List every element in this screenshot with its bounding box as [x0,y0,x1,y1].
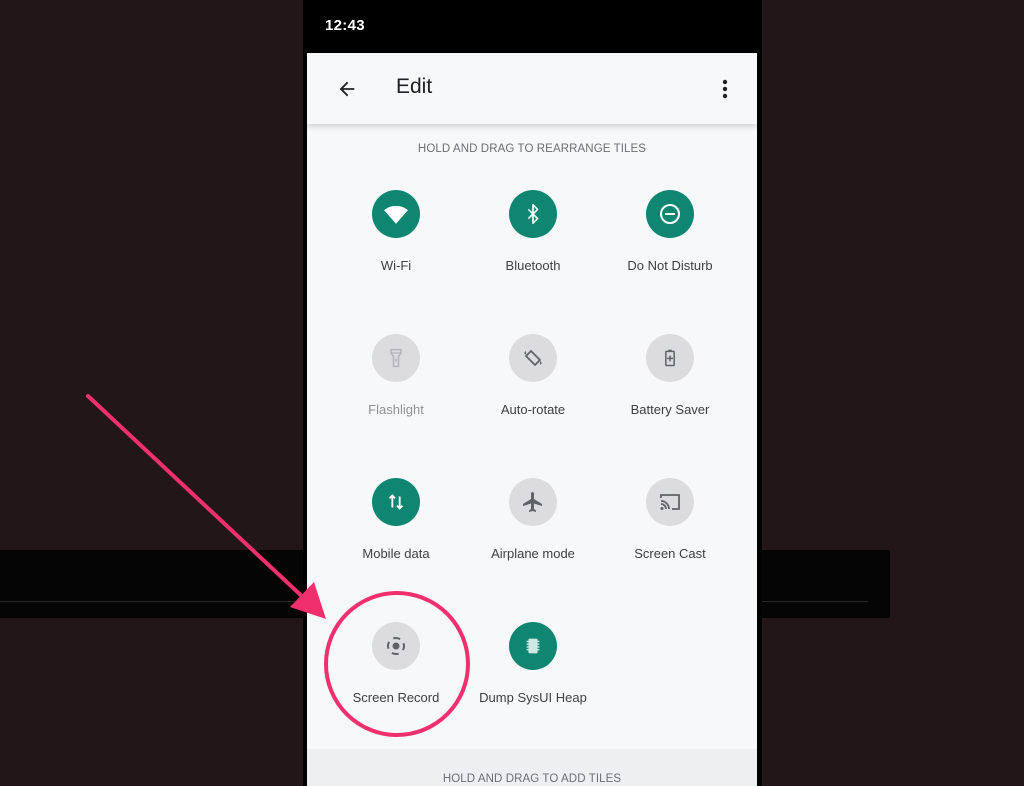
arrow-back-icon [339,81,355,97]
tile-flashlight[interactable]: Flashlight [321,334,471,434]
status-bar-time: 12:43 [325,17,365,34]
rearrange-tiles-label: HOLD AND DRAG TO REARRANGE TILES [417,143,647,155]
tile-dump-sysui-heap[interactable]: Dump SysUI Heap [458,622,608,722]
quick-settings-edit-panel: Edit HOLD AND DRAG TO REARRANGE TILES Wi… [307,53,757,786]
tile-mobile-data[interactable]: Mobile data [321,478,471,578]
tile-bluetooth[interactable]: Bluetooth [458,190,608,290]
tile-airplane-mode[interactable]: Airplane mode [458,478,608,578]
do-not-disturb-icon [660,204,680,224]
mobile-data-icon [388,494,404,510]
tile-screen-record[interactable]: Screen Record [321,622,471,722]
more-vert-icon [722,79,728,99]
screen-record-icon [387,637,405,655]
tile-label: Flashlight [368,402,424,417]
add-tiles-label: HOLD AND DRAG TO ADD TILES [442,773,622,785]
memory-chip-icon [526,638,540,654]
tile-label: Wi-Fi [380,258,412,273]
battery-saver-icon [665,349,675,367]
app-bar: Edit [307,53,757,124]
flashlight-icon [390,348,402,368]
tile-label: Bluetooth [505,258,561,273]
airplane-icon [523,492,542,512]
page-title: Edit [396,75,433,98]
tile-label: Do Not Disturb [627,258,713,273]
tile-auto-rotate[interactable]: Auto-rotate [458,334,608,434]
tile-do-not-disturb[interactable]: Do Not Disturb [595,190,745,290]
tile-label: Battery Saver [630,402,710,417]
phone-screen: 12:43 Edit HOLD AND DRAG TO REARRANGE TI… [303,0,762,786]
tile-label: Auto-rotate [500,402,566,417]
cast-icon [660,494,680,510]
auto-rotate-icon [524,350,542,366]
tile-wifi[interactable]: Wi-Fi [321,190,471,290]
tile-screen-cast[interactable]: Screen Cast [595,478,745,578]
back-button[interactable] [331,73,363,105]
tile-label: Dump SysUI Heap [479,690,587,705]
wifi-icon [384,205,408,224]
tile-label: Mobile data [362,546,430,561]
more-options-button[interactable] [713,73,737,105]
tile-label: Airplane mode [491,546,575,561]
bluetooth-icon [527,204,539,224]
tile-label: Screen Cast [634,546,706,561]
tile-label: Screen Record [352,690,440,705]
tile-battery-saver[interactable]: Battery Saver [595,334,745,434]
